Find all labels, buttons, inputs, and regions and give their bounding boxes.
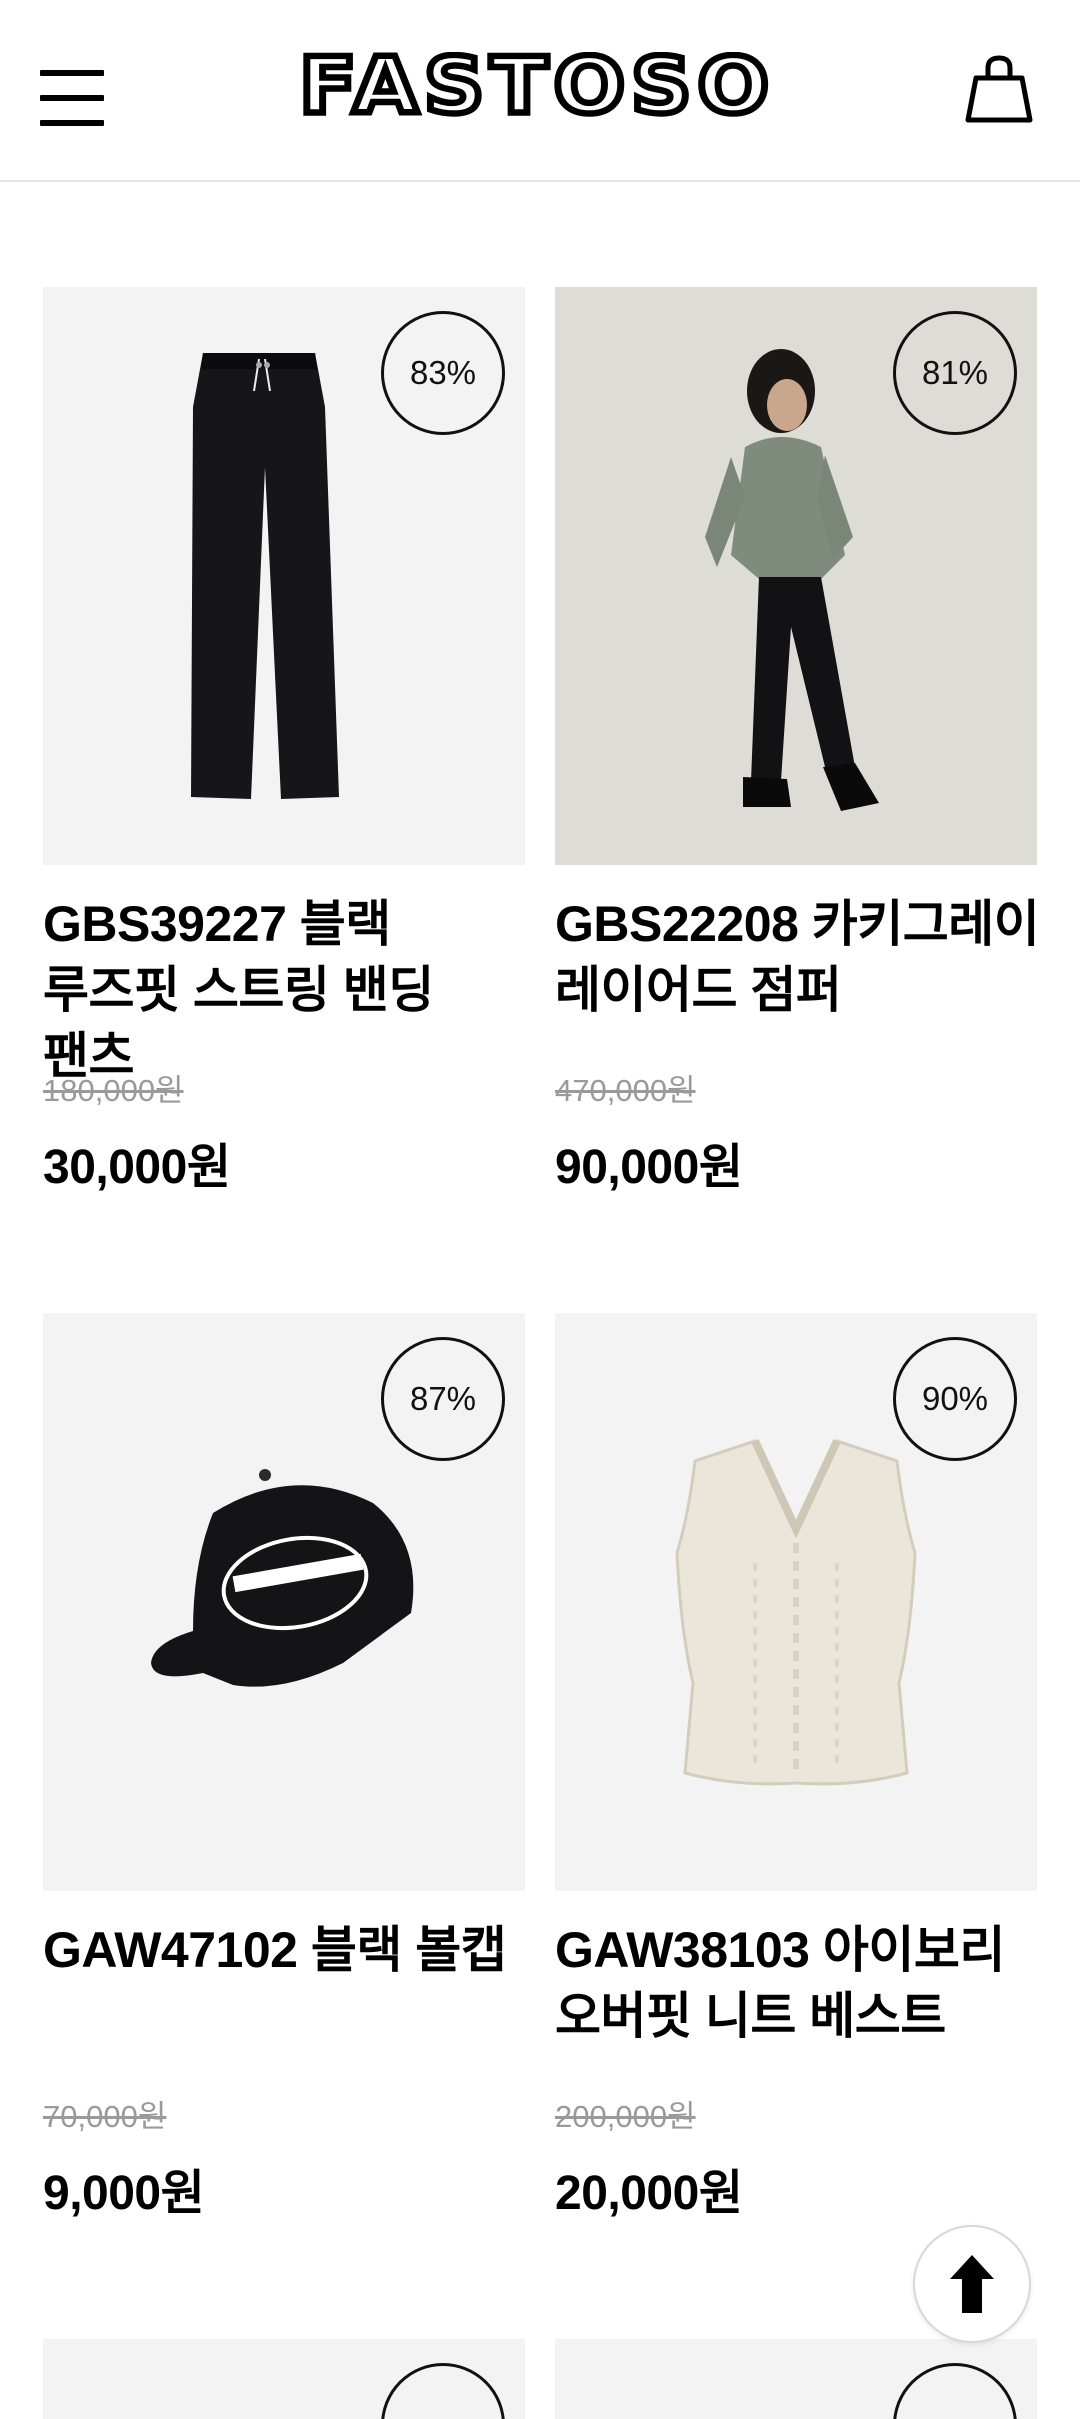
product-title[interactable]: GAW47102 블랙 볼캡 [43,1917,533,1983]
discount-badge-partial [381,2363,505,2419]
hamburger-menu-icon[interactable] [40,70,104,126]
brand-logo[interactable]: FASTOSO [255,52,820,126]
app-header: FASTOSO [0,0,1080,182]
logo-wordmark: FASTOSO [296,52,775,126]
product-image[interactable]: 81% [555,287,1037,865]
original-price: 70,000원 [43,2099,167,2134]
product-title[interactable]: GBS39227 블랙 루즈핏 스트링 밴딩 팬츠 [43,891,533,1089]
product-image[interactable] [555,2339,1037,2419]
product-image[interactable]: 87% [43,1313,525,1891]
discount-badge: 81% [893,311,1017,435]
sale-price: 90,000원 [555,1141,743,1194]
product-image[interactable]: 83% [43,287,525,865]
discount-badge: 90% [893,1337,1017,1461]
svg-text:FASTOSO: FASTOSO [299,52,775,126]
product-image[interactable] [43,2339,525,2419]
discount-badge: 83% [381,311,505,435]
sale-price: 9,000원 [43,2167,205,2220]
original-price: 200,000원 [555,2099,696,2134]
original-price: 470,000원 [555,1073,696,1108]
original-price: 180,000원 [43,1073,184,1108]
product-image[interactable]: 90% [555,1313,1037,1891]
product-title[interactable]: GBS22208 카키그레이 레이어드 점퍼 [555,891,1045,1023]
discount-badge: 87% [381,1337,505,1461]
arrow-up-icon [950,2255,994,2313]
shopping-bag-icon[interactable] [962,54,1034,126]
sale-price: 20,000원 [555,2167,743,2220]
scroll-to-top-button[interactable] [913,2225,1031,2343]
sale-price: 30,000원 [43,1141,231,1194]
discount-badge-partial [893,2363,1017,2419]
product-title[interactable]: GAW38103 아이보리 오버핏 니트 베스트 [555,1917,1045,2049]
